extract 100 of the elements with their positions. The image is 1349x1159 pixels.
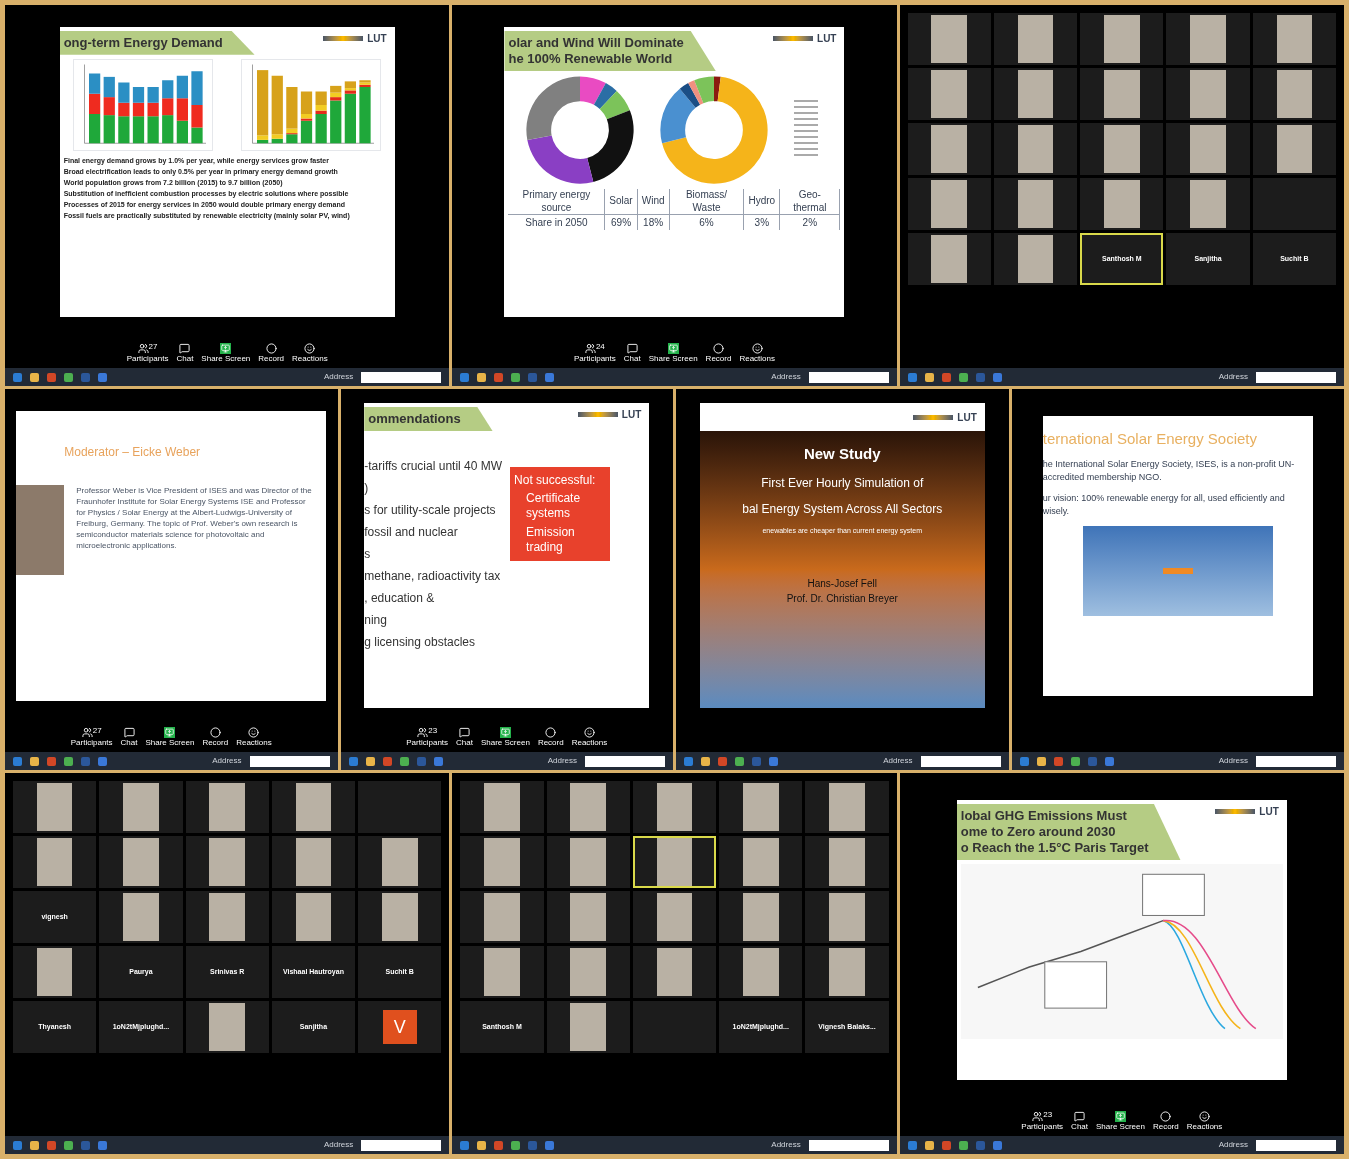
meeting-toolbar-button[interactable]: Share Screen [648,342,698,364]
meeting-toolbar-button[interactable]: Reactions [236,726,272,748]
participant-tile[interactable] [993,178,1078,230]
participant-tile[interactable] [1166,123,1250,175]
meeting-toolbar-button[interactable]: Record [258,342,285,364]
participant-tile[interactable] [1166,13,1250,65]
participant-tile[interactable] [460,836,544,888]
meeting-toolbar-button[interactable]: 23 Participants [406,726,449,748]
address-field[interactable] [1256,1139,1336,1151]
meeting-toolbar-button[interactable]: Share Screen [480,726,530,748]
participant-tile[interactable] [907,178,991,230]
participant-tile[interactable] [993,13,1078,65]
participant-tile[interactable] [460,946,544,998]
participant-tile[interactable] [1252,178,1336,230]
participant-tile[interactable] [632,946,717,998]
participant-tile[interactable] [185,781,269,833]
address-field[interactable] [808,1139,889,1151]
participant-tile[interactable] [719,836,803,888]
participant-tile[interactable] [99,891,183,943]
meeting-toolbar-button[interactable]: Record [202,726,229,748]
address-field[interactable] [361,1139,442,1151]
participant-tile[interactable] [271,891,356,943]
participant-tile[interactable] [546,1001,630,1053]
address-field[interactable] [1256,755,1336,767]
participant-tile[interactable] [1252,123,1336,175]
participant-tile[interactable] [358,781,442,833]
meeting-toolbar-button[interactable]: Share Screen [145,726,195,748]
participant-tile[interactable] [719,891,803,943]
meeting-toolbar-button[interactable]: Record [1152,1110,1179,1132]
meeting-toolbar-button[interactable]: 23 Participants [1021,1110,1064,1132]
participant-tile[interactable] [993,68,1078,120]
participant-tile[interactable] [99,781,183,833]
meeting-toolbar-button[interactable]: Share Screen [1096,1110,1145,1132]
participant-tile[interactable] [993,233,1078,285]
participant-tile[interactable] [271,781,356,833]
participant-tile[interactable] [805,781,889,833]
address-field[interactable] [249,755,330,767]
participant-tile[interactable] [907,123,991,175]
participant-tile[interactable] [13,946,97,998]
participant-tile[interactable] [719,946,803,998]
participant-tile[interactable] [1252,13,1336,65]
participant-tile[interactable] [907,68,991,120]
address-label: Address [883,755,913,767]
meeting-toolbar-button[interactable]: 27 Participants [70,726,113,748]
participant-tile[interactable] [99,836,183,888]
participant-tile[interactable] [1080,178,1164,230]
meeting-toolbar-button[interactable]: Reactions [1186,1110,1223,1132]
address-field[interactable] [920,755,1001,767]
participant-tile[interactable] [546,836,630,888]
participant-tile[interactable] [460,891,544,943]
slide-title: o Reach the 1.5°C Paris Target [960,840,1149,857]
participant-tile[interactable] [185,1001,269,1053]
meeting-toolbar-button[interactable]: Chat [456,726,473,748]
participant-tile[interactable] [719,781,803,833]
meeting-toolbar-button[interactable]: Chat [1071,1110,1088,1132]
participant-tile[interactable] [358,891,442,943]
participant-tile[interactable] [907,233,991,285]
participant-tile[interactable] [632,1001,717,1053]
participant-tile[interactable] [632,781,717,833]
participant-tile[interactable] [185,891,269,943]
meeting-toolbar-button[interactable]: Record [705,342,732,364]
participant-tile[interactable] [805,836,889,888]
participant-tile[interactable] [1166,178,1250,230]
participant-tile[interactable] [907,13,991,65]
meeting-toolbar-button[interactable]: Chat [120,726,138,748]
address-field[interactable] [808,371,889,383]
address-field[interactable] [585,755,665,767]
meeting-toolbar-button[interactable]: Chat [623,342,641,364]
participant-tile[interactable] [460,781,544,833]
participant-tile[interactable] [358,836,442,888]
participant-tile[interactable] [13,781,97,833]
meeting-toolbar-button[interactable]: Record [537,726,564,748]
meeting-toolbar-button[interactable]: Chat [176,342,194,364]
participant-tile[interactable] [1166,68,1250,120]
meeting-toolbar-button[interactable]: Reactions [571,726,608,748]
meeting-toolbar-button[interactable]: Share Screen [201,342,251,364]
participant-avatar: V [382,1010,417,1044]
meeting-toolbar-button[interactable]: Reactions [739,342,775,364]
meeting-toolbar-button[interactable]: 24 Participants [574,342,616,364]
participant-tile[interactable] [185,836,269,888]
participant-tile[interactable] [546,946,630,998]
participant-tile[interactable] [546,781,630,833]
table-header-cell: Geo-thermal [779,189,840,215]
participant-tile[interactable] [1252,68,1336,120]
participant-tile[interactable] [1080,68,1164,120]
address-field[interactable] [361,371,442,383]
meeting-toolbar-button[interactable]: 27 Participants [126,342,169,364]
participant-tile[interactable]: V [358,1001,442,1053]
participant-tile[interactable] [1080,123,1164,175]
meeting-toolbar-button[interactable]: Reactions [292,342,328,364]
participant-tile[interactable] [805,946,889,998]
participant-tile[interactable] [632,891,717,943]
participant-tile[interactable] [805,891,889,943]
participant-tile[interactable] [993,123,1078,175]
address-field[interactable] [1256,371,1336,383]
participant-tile[interactable] [13,836,97,888]
participant-tile[interactable] [1080,13,1164,65]
participant-tile[interactable] [546,891,630,943]
participant-tile[interactable] [271,836,356,888]
participant-tile[interactable] [632,836,717,888]
